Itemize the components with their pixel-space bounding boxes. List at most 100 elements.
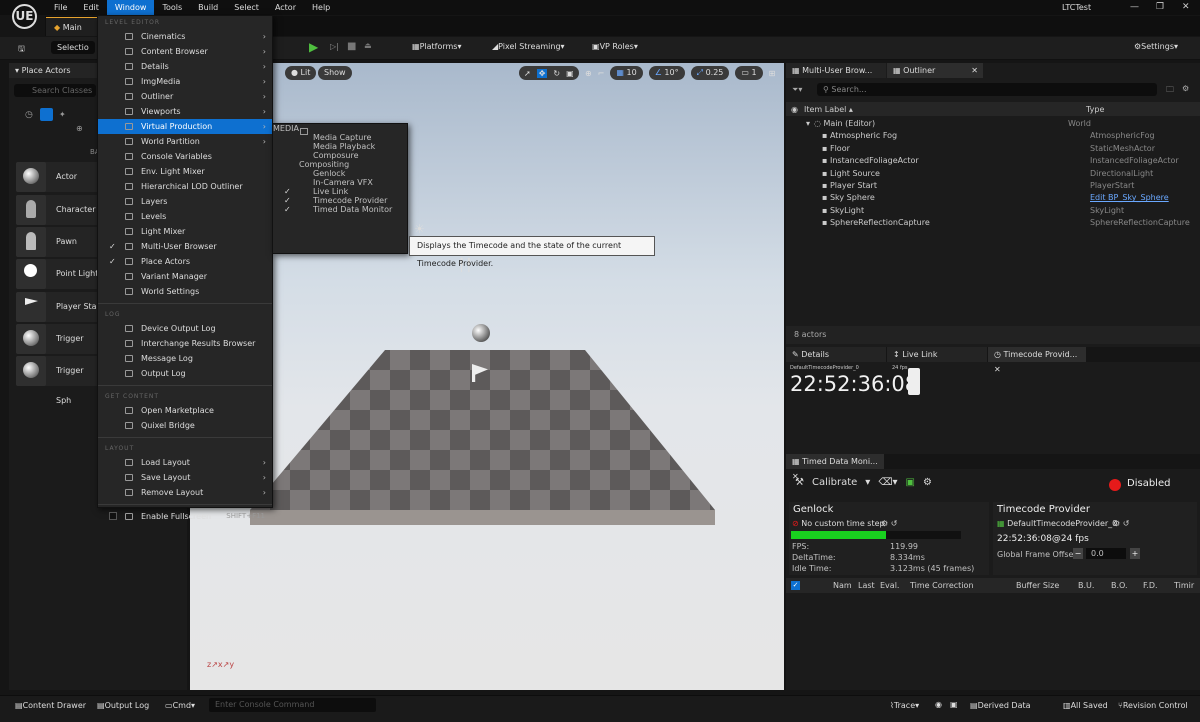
close-tab-icon[interactable]: ✕ — [994, 365, 1001, 374]
table-row[interactable]: ▪ Player Start PlayerStart — [786, 180, 1200, 192]
col-f-d[interactable]: F.D. — [1143, 581, 1158, 590]
col-item-label[interactable]: Item Label ▴ — [804, 105, 1086, 114]
settings-button[interactable]: ⚙ Settings ▾ — [1134, 42, 1178, 51]
menu-item-remove-layout[interactable]: Remove Layout › — [98, 485, 272, 500]
menu-file[interactable]: File — [46, 0, 75, 15]
menu-item-place-actors[interactable]: ✓ Place Actors — [98, 254, 272, 269]
menu-item-viewports[interactable]: Viewports › — [98, 104, 272, 119]
eject-icon[interactable]: ⏏ — [364, 41, 372, 50]
all-saved-button[interactable]: ▥ All Saved — [1063, 701, 1108, 710]
settings-gear-icon[interactable]: ⚙ — [923, 477, 932, 488]
menu-item-in-camera-vfx[interactable]: In-Camera VFX — [273, 128, 407, 187]
menu-item-device-output-log[interactable]: Device Output Log — [98, 321, 272, 336]
menu-item-virtual-production[interactable]: Virtual Production › — [98, 119, 272, 134]
table-row[interactable]: ▪ Light Source DirectionalLight — [786, 168, 1200, 180]
col-eval[interactable]: Eval. — [880, 581, 899, 590]
outliner-root-row[interactable]: ▾ ◌ Main (Editor) World — [786, 118, 1200, 130]
col-last[interactable]: Last — [858, 581, 875, 590]
place-actor-character[interactable]: Character — [16, 195, 100, 225]
menu-item-multi-user-browser[interactable]: ✓ Multi-User Browser — [98, 239, 272, 254]
tab-outliner[interactable]: ▦ Outliner ✕ — [887, 63, 983, 78]
calibrate-button[interactable]: Calibrate — [812, 477, 857, 488]
menu-item-genlock[interactable]: Genlock — [273, 128, 407, 178]
table-row[interactable]: ▪ SphereReflectionCapture SphereReflectio… — [786, 217, 1200, 229]
tab-timecode-provider[interactable]: ◷ Timecode Provid... ✕ — [988, 347, 1086, 374]
content-drawer-button[interactable]: ▤ Content Drawer — [15, 701, 86, 710]
menu-item-quixel-bridge[interactable]: Quixel Bridge — [98, 418, 272, 433]
place-actor-trigger-box[interactable]: Trigger Box — [16, 324, 100, 373]
menu-item-enable-fullscreen[interactable]: Enable Fullscreen SHIFT+F11 — [98, 509, 272, 524]
place-actor-pawn[interactable]: Pawn — [16, 227, 100, 257]
menu-window[interactable]: Window — [106, 0, 155, 15]
platforms-button[interactable]: ▦ Platforms ▾ — [412, 42, 461, 51]
translate-icon[interactable]: ✥ — [536, 68, 548, 78]
maximize-icon[interactable]: ❐ — [1156, 2, 1164, 12]
lights-category-icon[interactable]: ✦ — [59, 110, 66, 119]
show-button[interactable]: Show — [318, 66, 352, 80]
sphere-reflection-sprite[interactable] — [472, 324, 490, 342]
shapes-category-icon[interactable]: ⊕ — [76, 124, 83, 133]
row-type[interactable]: Edit BP_Sky_Sphere — [1090, 192, 1169, 204]
vp-roles-button[interactable]: ▣ VP Roles ▾ — [592, 42, 638, 51]
menu-item-env-light-mixer[interactable]: Env. Light Mixer — [98, 164, 272, 179]
menu-item-light-mixer[interactable]: Light Mixer — [98, 224, 272, 239]
menu-item-world-settings[interactable]: World Settings — [98, 284, 272, 299]
trace-button[interactable]: ⌇ Trace ▾ — [890, 701, 919, 710]
frame-offset-input[interactable]: 0.0 — [1086, 548, 1126, 559]
place-actor-point-light[interactable]: Point Light — [16, 259, 100, 289]
lit-button[interactable]: ● Lit — [285, 66, 317, 80]
close-icon[interactable]: ✕ — [1182, 2, 1190, 12]
chevron-down-icon[interactable]: ▾ — [865, 477, 870, 488]
menu-actor[interactable]: Actor — [267, 0, 304, 15]
settings-gear-icon[interactable]: ⚙ — [1182, 84, 1189, 93]
tc-settings-icon[interactable]: ⚙ ↺ — [1113, 519, 1129, 528]
place-actor-trigger-sphere[interactable]: Trigger Sph — [16, 356, 100, 405]
rotate-icon[interactable]: ↻ — [553, 69, 560, 78]
place-actor-player-start[interactable]: Player Star — [16, 292, 100, 322]
menu-item-console-variables[interactable]: Console Variables — [98, 149, 272, 164]
select-all-checkbox[interactable]: ✓ — [791, 581, 800, 590]
menu-item-layers[interactable]: Layers — [98, 194, 272, 209]
timecode-options-button[interactable] — [908, 368, 920, 395]
select-icon[interactable]: ➚ — [524, 69, 531, 78]
table-row[interactable]: ▪ InstancedFoliageActor InstancedFoliageA… — [786, 155, 1200, 167]
menu-item-open-marketplace[interactable]: Open Marketplace — [98, 403, 272, 418]
stop-icon[interactable]: ■ — [347, 41, 356, 52]
menu-item-content-browser[interactable]: Content Browser › — [98, 44, 272, 59]
menu-select[interactable]: Select — [226, 0, 267, 15]
expand-arrow-icon[interactable]: ▾ — [786, 118, 814, 130]
table-row[interactable]: ▪ Floor StaticMeshActor — [786, 143, 1200, 155]
menu-item-imgmedia[interactable]: ImgMedia › — [98, 74, 272, 89]
menu-item-save-layout[interactable]: Save Layout › — [98, 470, 272, 485]
tab-timed-data-monitor[interactable]: ▦ Timed Data Moni... ✕ — [786, 454, 884, 481]
col-b-u[interactable]: B.U. — [1078, 581, 1094, 590]
menu-item-variant-manager[interactable]: Variant Manager — [98, 269, 272, 284]
col-timir[interactable]: Timir — [1174, 581, 1194, 590]
basic-category-icon[interactable] — [40, 108, 53, 121]
minimize-icon[interactable]: — — [1130, 2, 1139, 12]
outliner-search-input[interactable]: ⚲ Search... — [817, 83, 1157, 96]
menu-item-output-log[interactable]: Output Log — [98, 366, 272, 381]
tab-live-link[interactable]: ↕ Live Link — [887, 347, 987, 362]
menu-item-world-partition[interactable]: World Partition › — [98, 134, 272, 149]
menu-item-timecode-provider[interactable]: ✓ Timecode Provider — [273, 128, 407, 205]
scale-icon[interactable]: ▣ — [566, 69, 574, 78]
table-row[interactable]: ▪ Sky Sphere Edit BP_Sky_Sphere — [786, 192, 1200, 204]
world-icon[interactable]: ⊕ — [585, 69, 592, 78]
grid-snap-button[interactable]: ▦ 10 — [610, 66, 643, 80]
close-tab-icon[interactable]: ✕ — [971, 63, 978, 78]
eye-icon[interactable]: ◉ — [786, 105, 804, 114]
menu-item-interchange-results-browser[interactable]: Interchange Results Browser — [98, 336, 272, 351]
menu-item-details[interactable]: Details › — [98, 59, 272, 74]
output-log-button[interactable]: ▤ Output Log — [97, 701, 149, 710]
col-b-o[interactable]: B.O. — [1111, 581, 1128, 590]
menu-item-composure-compositing[interactable]: Composure Compositing — [273, 128, 407, 169]
col-time-correction[interactable]: Time Correction — [910, 581, 974, 590]
menu-item-media-capture[interactable]: Media Capture — [273, 128, 407, 142]
menu-help[interactable]: Help — [304, 0, 338, 15]
camera-speed-button[interactable]: ▭ 1 — [735, 66, 763, 80]
menu-item-levels[interactable]: Levels — [98, 209, 272, 224]
add-folder-icon[interactable]: 🗀 — [1166, 84, 1174, 98]
increment-button[interactable]: + — [1130, 548, 1140, 559]
surface-snap-icon[interactable]: ⌐ — [598, 69, 605, 78]
